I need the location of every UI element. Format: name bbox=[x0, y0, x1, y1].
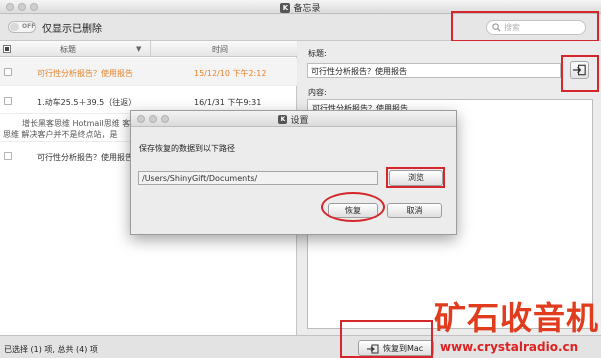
annotation-circle-restore bbox=[321, 192, 385, 222]
row-title: 可行性分析报告？使用报告 bbox=[37, 153, 133, 162]
dialog-titlebar: K 设置 bbox=[131, 111, 456, 127]
dialog-app-icon: K bbox=[278, 115, 288, 124]
sort-descending-icon[interactable]: ▼ bbox=[136, 45, 141, 53]
column-header-title[interactable]: 标题 bbox=[60, 44, 76, 55]
table-row[interactable]: 可行性分析报告？使用报告 15/12/10 下午2:12 bbox=[0, 58, 297, 86]
annotation-highlight-restore-mac bbox=[340, 320, 433, 358]
selection-status: 已选择 (1) 项, 总共 (4) 项 bbox=[4, 345, 98, 354]
row-title: 可行性分析报告？使用报告 bbox=[37, 69, 133, 78]
list-header: 标题 ▼ 时间 bbox=[0, 41, 297, 57]
toggle-state-label: OFF bbox=[22, 23, 36, 30]
cancel-button[interactable]: 取消 bbox=[387, 203, 442, 218]
watermark-url: www.crystalradio.cn bbox=[440, 340, 579, 354]
content-label: 内容: bbox=[308, 88, 327, 97]
column-divider bbox=[150, 41, 151, 57]
row-title-line-1: 增长黑客思维 Hotmail思维 客服 bbox=[22, 119, 139, 128]
row-title-line-2: 思维 解决客户并不是终点站，是 bbox=[3, 130, 118, 139]
window-title: 备忘录 bbox=[293, 4, 321, 14]
app-k-icon: K bbox=[280, 2, 291, 13]
annotation-highlight-search bbox=[451, 11, 599, 42]
title-field[interactable]: 可行性分析报告？使用报告 bbox=[307, 63, 561, 78]
deleted-only-toggle[interactable]: OFF bbox=[8, 21, 36, 33]
save-path-field[interactable]: /Users/ShinyGift/Documents/ bbox=[138, 171, 378, 185]
deleted-only-label: 仅显示已删除 bbox=[42, 24, 102, 35]
row-checkbox[interactable] bbox=[4, 68, 12, 76]
column-header-time[interactable]: 时间 bbox=[212, 44, 228, 55]
row-checkbox[interactable] bbox=[4, 97, 12, 105]
row-time: 15/12/10 下午2:12 bbox=[194, 69, 267, 78]
select-all-checkbox[interactable] bbox=[3, 45, 11, 53]
save-path-heading: 保存恢复的数据到以下路径 bbox=[139, 144, 235, 153]
annotation-highlight-export bbox=[561, 55, 599, 92]
watermark-logo-text: 矿石收音机 bbox=[434, 299, 600, 337]
dialog-title: 设置 bbox=[290, 116, 309, 126]
row-title: 1.动车25.5＋39.5（往返） bbox=[37, 98, 137, 107]
toggle-knob bbox=[10, 23, 19, 31]
title-label: 标题: bbox=[308, 49, 327, 58]
annotation-highlight-browse bbox=[386, 167, 445, 188]
row-time: 16/1/31 下午9:31 bbox=[194, 98, 262, 107]
row-checkbox[interactable] bbox=[4, 152, 12, 160]
